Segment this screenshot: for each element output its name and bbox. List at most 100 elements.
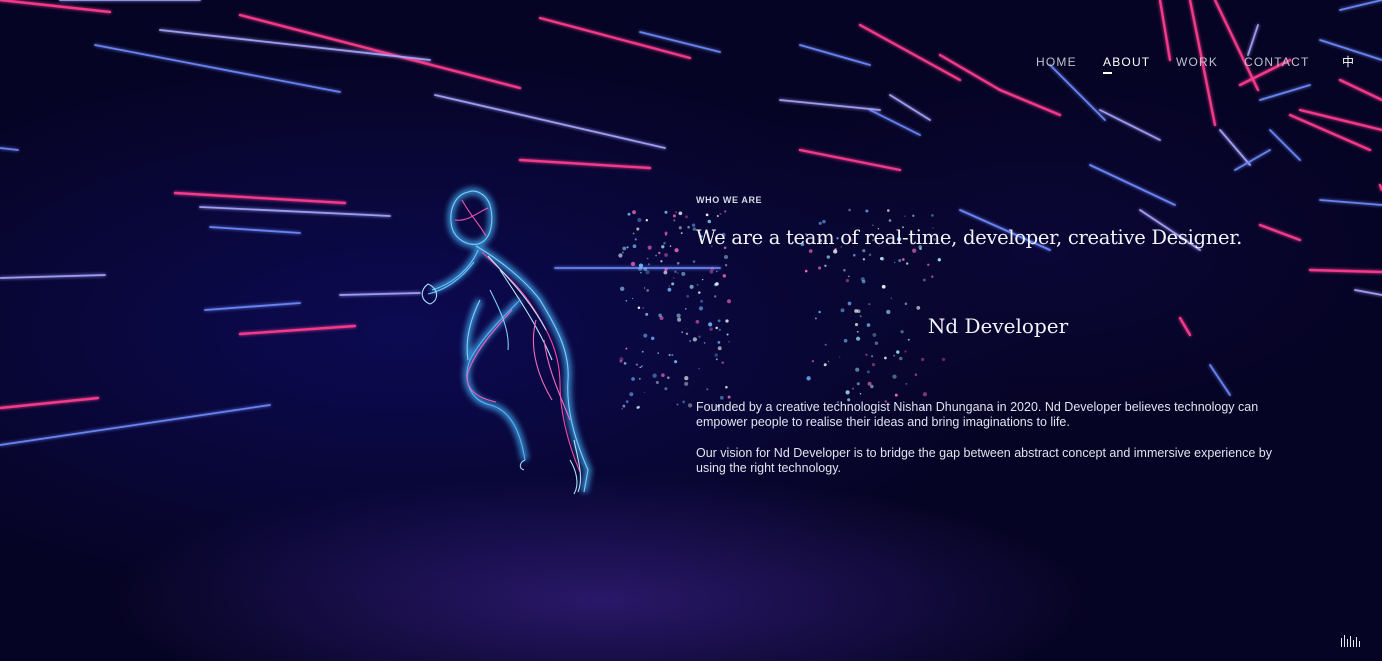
- particle: [647, 263, 650, 266]
- nav-home-link[interactable]: HOME: [1036, 55, 1103, 69]
- particle: [853, 253, 856, 257]
- particle: [941, 357, 946, 362]
- language-toggle[interactable]: 中: [1342, 53, 1354, 70]
- particle: [715, 282, 719, 286]
- particle: [692, 260, 696, 263]
- nav-contact-link[interactable]: CONTACT: [1244, 55, 1342, 69]
- particle: [865, 353, 868, 357]
- particle: [638, 377, 641, 380]
- light-streak: [938, 53, 1002, 92]
- particle: [893, 354, 896, 357]
- particle: [722, 274, 727, 278]
- particle: [862, 249, 866, 253]
- particle: [643, 333, 648, 338]
- particle: [623, 362, 627, 365]
- particle: [674, 211, 678, 214]
- particle: [867, 381, 872, 386]
- particle: [685, 308, 687, 310]
- particle: [833, 249, 838, 254]
- particle: [907, 338, 910, 341]
- particle: [719, 212, 722, 215]
- particle: [681, 271, 686, 276]
- particle: [625, 400, 629, 403]
- particle: [847, 275, 850, 278]
- light-streak: [1338, 78, 1382, 102]
- particle: [642, 307, 645, 309]
- light-streak: [0, 404, 271, 446]
- particle: [664, 253, 668, 257]
- particle: [705, 213, 709, 217]
- particle: [668, 285, 670, 287]
- particle: [845, 278, 850, 283]
- particle: [666, 376, 670, 380]
- particle: [890, 297, 893, 299]
- particle: [632, 244, 637, 249]
- particle: [687, 403, 693, 408]
- particle: [723, 254, 729, 260]
- particle: [727, 299, 731, 304]
- particle: [710, 266, 715, 271]
- particle: [619, 357, 624, 362]
- particle: [887, 209, 890, 212]
- light-streak: [1219, 129, 1251, 166]
- particle: [687, 226, 690, 229]
- particle: [641, 350, 644, 353]
- light-streak: [1288, 113, 1372, 152]
- particle: [689, 284, 694, 289]
- running-figure-illustration: [421, 187, 592, 495]
- light-streak: [1099, 109, 1161, 141]
- particle: [672, 214, 676, 218]
- section-eyebrow: WHO WE ARE: [696, 195, 763, 205]
- particle: [894, 393, 898, 397]
- light-streak: [1339, 0, 1382, 11]
- particle: [640, 272, 642, 274]
- particle: [671, 353, 674, 357]
- light-streak: [204, 302, 301, 311]
- light-streak: [238, 13, 522, 90]
- light-streak: [1258, 223, 1302, 242]
- hero-background: HOME ABOUT WORK CONTACT 中 WHO WE ARE We …: [0, 0, 1382, 661]
- nav-work-link[interactable]: WORK: [1176, 55, 1244, 69]
- sound-bars-icon[interactable]: [1341, 635, 1361, 647]
- nav-about-link[interactable]: ABOUT: [1103, 55, 1176, 74]
- particle: [806, 376, 811, 381]
- particle: [630, 261, 636, 267]
- particle: [664, 387, 668, 391]
- particle: [668, 353, 671, 357]
- particle: [715, 358, 718, 361]
- particle: [691, 223, 696, 227]
- particle: [664, 210, 668, 214]
- particle: [916, 306, 921, 310]
- particle: [671, 282, 675, 286]
- particle: [643, 391, 646, 393]
- particle: [823, 363, 827, 367]
- light-streak: [173, 191, 347, 205]
- particle: [859, 393, 862, 395]
- particle: [856, 382, 860, 386]
- particle: [871, 355, 874, 358]
- particle: [618, 253, 623, 258]
- particle: [931, 275, 934, 278]
- particle: [645, 270, 650, 275]
- about-headline: We are a team of real-time, developer, c…: [696, 226, 1243, 249]
- particle: [824, 343, 827, 346]
- particle: [676, 313, 681, 318]
- particle: [912, 248, 917, 253]
- particle: [667, 287, 672, 292]
- particle: [880, 256, 885, 261]
- about-paragraph-vision: Our vision for Nd Developer is to bridge…: [696, 446, 1272, 475]
- light-streak: [238, 324, 357, 336]
- particle: [901, 258, 905, 261]
- light-streak: [1089, 164, 1176, 206]
- particle: [804, 269, 808, 273]
- light-streak: [518, 158, 652, 170]
- particle: [634, 238, 637, 241]
- particle: [664, 267, 668, 272]
- particle: [881, 284, 886, 289]
- particle: [645, 312, 649, 316]
- particle: [866, 370, 870, 374]
- light-streak: [799, 44, 871, 66]
- particle: [840, 308, 845, 313]
- particle: [898, 258, 902, 263]
- particle: [678, 226, 682, 230]
